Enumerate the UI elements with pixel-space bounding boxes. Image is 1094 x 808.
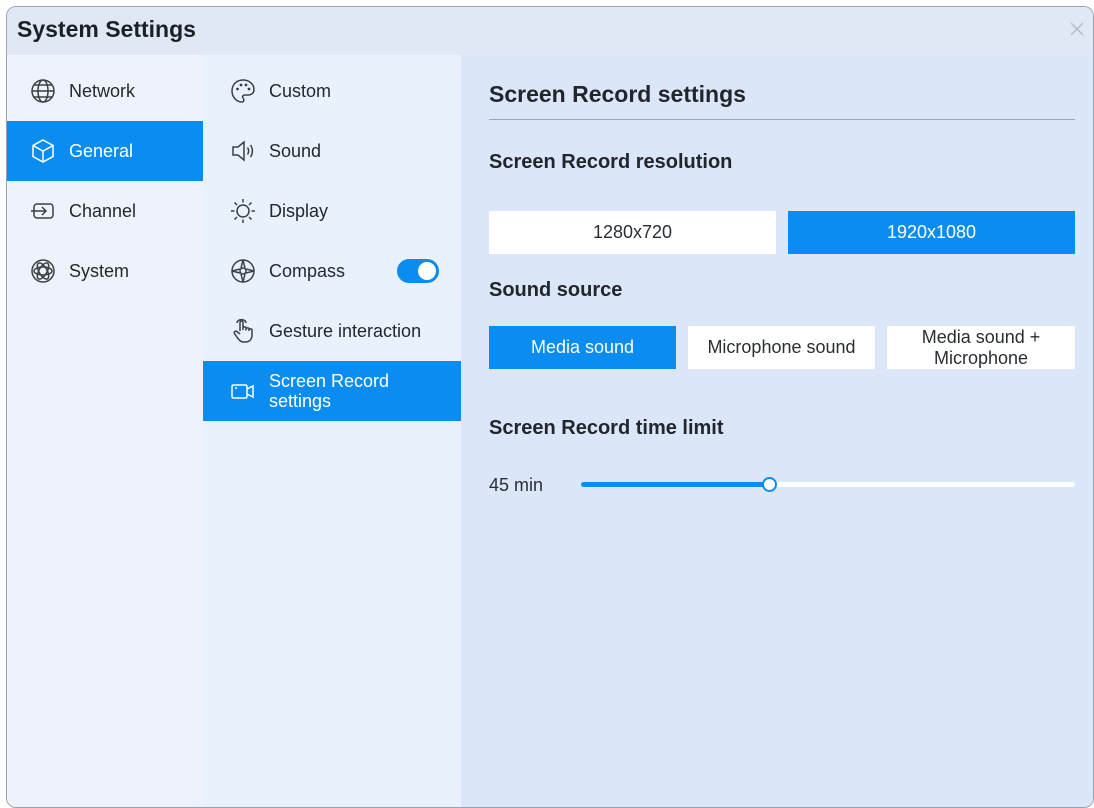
- resolution-option-1280x720[interactable]: 1280x720: [489, 211, 776, 254]
- sub-label-gesture-interaction: Gesture interaction: [269, 320, 422, 341]
- sub-label-display: Display: [269, 200, 329, 221]
- sub-item-display[interactable]: Display: [203, 181, 461, 241]
- globe-icon: [29, 77, 57, 105]
- sub-item-screen-record-settings[interactable]: Screen Record settings: [203, 361, 461, 421]
- nav-label-network: Network: [69, 80, 136, 101]
- sub-item-compass[interactable]: Compass: [203, 241, 461, 301]
- sound-option-label: Media sound + Microphone: [922, 327, 1041, 369]
- sub-item-gesture-interaction[interactable]: Gesture interaction: [203, 301, 461, 361]
- sub-label-line-2: settings: [269, 391, 332, 411]
- time-limit-slider[interactable]: [581, 477, 1075, 492]
- nav-label-general: General: [69, 140, 134, 161]
- speaker-icon: [229, 137, 257, 165]
- sub-label-sound: Sound: [269, 140, 322, 161]
- sound-source-title: Sound source: [489, 279, 623, 301]
- cube-icon: [29, 137, 57, 165]
- nav-label-channel: Channel: [69, 200, 137, 221]
- sound-option-microphone-sound[interactable]: Microphone sound: [688, 326, 875, 369]
- settings-window: System Settings Network General Channel: [6, 6, 1094, 808]
- toggle-knob: [418, 262, 436, 280]
- sound-option-media-sound[interactable]: Media sound: [489, 326, 676, 369]
- atom-icon: [29, 257, 57, 285]
- sound-option-line-1: Media sound +: [921, 326, 1041, 347]
- hand-pointer-icon: [229, 317, 257, 345]
- heading-divider: [489, 119, 1075, 120]
- slider-fill: [581, 482, 769, 487]
- content-panel: Screen Record settings Screen Record res…: [461, 55, 1093, 807]
- sub-item-sound[interactable]: Sound: [203, 121, 461, 181]
- sub-label-compass: Compass: [269, 260, 346, 281]
- nav-label-system: System: [69, 260, 130, 281]
- sub-nav: Custom Sound Display Compass Gesture int…: [203, 55, 461, 807]
- page-title: Screen Record settings: [489, 81, 746, 107]
- time-limit-value: 45 min: [489, 475, 544, 495]
- sub-label-custom: Custom: [269, 80, 332, 101]
- time-limit-title: Screen Record time limit: [489, 417, 724, 439]
- main-nav: Network General Channel System: [7, 55, 203, 807]
- sub-label-screen-record-settings: Screen Record settings: [269, 371, 389, 411]
- nav-item-channel[interactable]: Channel: [7, 181, 203, 241]
- sound-option-media-and-microphone[interactable]: Media sound + Microphone: [887, 326, 1075, 369]
- nav-item-network[interactable]: Network: [7, 61, 203, 121]
- input-source-icon: [29, 197, 57, 225]
- nav-item-system[interactable]: System: [7, 241, 203, 301]
- sub-item-custom[interactable]: Custom: [203, 61, 461, 121]
- close-icon[interactable]: [1065, 17, 1089, 41]
- brightness-icon: [229, 197, 257, 225]
- nav-item-general[interactable]: General: [7, 121, 203, 181]
- resolution-title: Screen Record resolution: [489, 151, 733, 173]
- compass-icon: [229, 257, 257, 285]
- compass-toggle[interactable]: [397, 259, 439, 283]
- title-bar: System Settings: [7, 7, 1093, 55]
- sound-option-line-2: Microphone: [933, 347, 1029, 368]
- sub-label-line-1: Screen Record: [269, 371, 390, 391]
- palette-icon: [229, 77, 257, 105]
- resolution-option-1920x1080[interactable]: 1920x1080: [788, 211, 1075, 254]
- window-title: System Settings: [17, 16, 196, 42]
- slider-thumb[interactable]: [761, 477, 777, 492]
- video-camera-icon: [229, 377, 257, 405]
